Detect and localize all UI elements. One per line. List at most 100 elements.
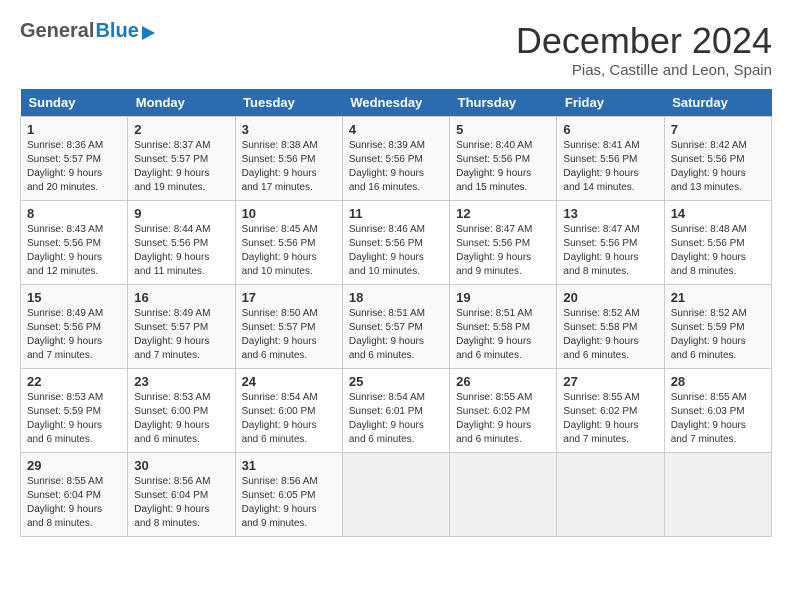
calendar-cell: 30 Sunrise: 8:56 AMSunset: 6:04 PMDayligh… [128, 453, 235, 537]
day-of-week-sunday: Sunday [21, 89, 128, 117]
calendar-cell: 22 Sunrise: 8:53 AMSunset: 5:59 PMDayligh… [21, 369, 128, 453]
calendar-cell: 18Sunrise: 8:51 AMSunset: 5:57 PMDayligh… [342, 285, 449, 369]
day-number: 21 [671, 290, 765, 305]
day-info: Sunrise: 8:55 AMSunset: 6:02 PMDaylight:… [456, 391, 550, 447]
day-info: Sunrise: 8:54 AMSunset: 6:01 PMDaylight:… [349, 391, 443, 447]
day-of-week-wednesday: Wednesday [342, 89, 449, 117]
day-number: 30 [134, 458, 228, 473]
calendar-cell [450, 453, 557, 537]
calendar-week-2: 8Sunrise: 8:43 AMSunset: 5:56 PMDaylight… [21, 201, 772, 285]
calendar-cell: 31 Sunrise: 8:56 AMSunset: 6:05 PMDayligh… [235, 453, 342, 537]
calendar-cell: 14 Sunrise: 8:48 AMSunset: 5:56 PMDayligh… [664, 201, 771, 285]
day-number: 24 [242, 374, 336, 389]
calendar-cell: 23 Sunrise: 8:53 AMSunset: 6:00 PMDayligh… [128, 369, 235, 453]
calendar-cell: 11 Sunrise: 8:46 AMSunset: 5:56 PMDayligh… [342, 201, 449, 285]
calendar-cell: 28Sunrise: 8:55 AMSunset: 6:03 PMDayligh… [664, 369, 771, 453]
day-number: 4 [349, 122, 443, 137]
calendar-week-1: 1 Sunrise: 8:36 AMSunset: 5:57 PMDaylight… [21, 117, 772, 201]
day-info: Sunrise: 8:46 AMSunset: 5:56 PMDaylight:… [349, 223, 443, 279]
calendar-cell [557, 453, 664, 537]
day-number: 23 [134, 374, 228, 389]
day-info: Sunrise: 8:49 AMSunset: 5:57 PMDaylight:… [134, 307, 228, 363]
logo-general-text: General [20, 20, 94, 43]
day-number: 7 [671, 122, 765, 137]
day-of-week-monday: Monday [128, 89, 235, 117]
day-number: 26 [456, 374, 550, 389]
day-info: Sunrise: 8:36 AMSunset: 5:57 PMDaylight:… [27, 139, 121, 195]
day-info: Sunrise: 8:51 AMSunset: 5:58 PMDaylight:… [456, 307, 550, 363]
calendar-cell: 7 Sunrise: 8:42 AMSunset: 5:56 PMDaylight… [664, 117, 771, 201]
day-number: 10 [242, 206, 336, 221]
calendar-cell: 16Sunrise: 8:49 AMSunset: 5:57 PMDayligh… [128, 285, 235, 369]
day-number: 2 [134, 122, 228, 137]
calendar-cell: 20 Sunrise: 8:52 AMSunset: 5:58 PMDayligh… [557, 285, 664, 369]
day-info: Sunrise: 8:55 AMSunset: 6:04 PMDaylight:… [27, 475, 121, 531]
day-of-week-thursday: Thursday [450, 89, 557, 117]
day-info: Sunrise: 8:56 AMSunset: 6:04 PMDaylight:… [134, 475, 228, 531]
day-number: 25 [349, 374, 443, 389]
calendar-cell: 29 Sunrise: 8:55 AMSunset: 6:04 PMDayligh… [21, 453, 128, 537]
calendar-cell: 3 Sunrise: 8:38 AMSunset: 5:56 PMDaylight… [235, 117, 342, 201]
day-number: 20 [563, 290, 657, 305]
logo-arrow-icon [142, 26, 155, 40]
day-number: 12 [456, 206, 550, 221]
day-number: 27 [563, 374, 657, 389]
days-of-week-header: SundayMondayTuesdayWednesdayThursdayFrid… [21, 89, 772, 117]
month-title: December 2024 [516, 20, 772, 62]
calendar-cell: 17Sunrise: 8:50 AMSunset: 5:57 PMDayligh… [235, 285, 342, 369]
day-info: Sunrise: 8:45 AMSunset: 5:56 PMDaylight:… [242, 223, 336, 279]
day-number: 11 [349, 206, 443, 221]
day-number: 1 [27, 122, 121, 137]
calendar-table: SundayMondayTuesdayWednesdayThursdayFrid… [20, 89, 772, 537]
day-number: 22 [27, 374, 121, 389]
calendar-body: 1 Sunrise: 8:36 AMSunset: 5:57 PMDaylight… [21, 117, 772, 537]
calendar-cell: 12 Sunrise: 8:47 AMSunset: 5:56 PMDayligh… [450, 201, 557, 285]
logo-blue-text: Blue [95, 20, 138, 43]
calendar-week-4: 22 Sunrise: 8:53 AMSunset: 5:59 PMDayligh… [21, 369, 772, 453]
calendar-cell: 19 Sunrise: 8:51 AMSunset: 5:58 PMDayligh… [450, 285, 557, 369]
day-number: 31 [242, 458, 336, 473]
day-info: Sunrise: 8:40 AMSunset: 5:56 PMDaylight:… [456, 139, 550, 195]
day-of-week-tuesday: Tuesday [235, 89, 342, 117]
day-number: 15 [27, 290, 121, 305]
calendar-cell: 8Sunrise: 8:43 AMSunset: 5:56 PMDaylight… [21, 201, 128, 285]
title-section: December 2024 Pias, Castille and Leon, S… [516, 20, 772, 79]
calendar-cell: 1 Sunrise: 8:36 AMSunset: 5:57 PMDaylight… [21, 117, 128, 201]
calendar-cell [664, 453, 771, 537]
day-number: 6 [563, 122, 657, 137]
day-number: 3 [242, 122, 336, 137]
day-info: Sunrise: 8:55 AMSunset: 6:03 PMDaylight:… [671, 391, 765, 447]
calendar-cell: 24 Sunrise: 8:54 AMSunset: 6:00 PMDayligh… [235, 369, 342, 453]
day-info: Sunrise: 8:56 AMSunset: 6:05 PMDaylight:… [242, 475, 336, 531]
day-number: 19 [456, 290, 550, 305]
calendar-cell: 15Sunrise: 8:49 AMSunset: 5:56 PMDayligh… [21, 285, 128, 369]
calendar-cell: 6 Sunrise: 8:41 AMSunset: 5:56 PMDaylight… [557, 117, 664, 201]
calendar-week-3: 15Sunrise: 8:49 AMSunset: 5:56 PMDayligh… [21, 285, 772, 369]
day-number: 13 [563, 206, 657, 221]
day-of-week-saturday: Saturday [664, 89, 771, 117]
calendar-cell: 4 Sunrise: 8:39 AMSunset: 5:56 PMDaylight… [342, 117, 449, 201]
day-info: Sunrise: 8:53 AMSunset: 6:00 PMDaylight:… [134, 391, 228, 447]
day-info: Sunrise: 8:54 AMSunset: 6:00 PMDaylight:… [242, 391, 336, 447]
day-number: 29 [27, 458, 121, 473]
day-info: Sunrise: 8:39 AMSunset: 5:56 PMDaylight:… [349, 139, 443, 195]
day-info: Sunrise: 8:38 AMSunset: 5:56 PMDaylight:… [242, 139, 336, 195]
day-info: Sunrise: 8:48 AMSunset: 5:56 PMDaylight:… [671, 223, 765, 279]
day-of-week-friday: Friday [557, 89, 664, 117]
day-info: Sunrise: 8:55 AMSunset: 6:02 PMDaylight:… [563, 391, 657, 447]
day-info: Sunrise: 8:51 AMSunset: 5:57 PMDaylight:… [349, 307, 443, 363]
day-info: Sunrise: 8:41 AMSunset: 5:56 PMDaylight:… [563, 139, 657, 195]
day-info: Sunrise: 8:53 AMSunset: 5:59 PMDaylight:… [27, 391, 121, 447]
day-info: Sunrise: 8:52 AMSunset: 5:58 PMDaylight:… [563, 307, 657, 363]
day-number: 8 [27, 206, 121, 221]
day-info: Sunrise: 8:37 AMSunset: 5:57 PMDaylight:… [134, 139, 228, 195]
day-info: Sunrise: 8:42 AMSunset: 5:56 PMDaylight:… [671, 139, 765, 195]
day-info: Sunrise: 8:52 AMSunset: 5:59 PMDaylight:… [671, 307, 765, 363]
day-number: 14 [671, 206, 765, 221]
calendar-cell: 26 Sunrise: 8:55 AMSunset: 6:02 PMDayligh… [450, 369, 557, 453]
day-number: 5 [456, 122, 550, 137]
calendar-cell: 10 Sunrise: 8:45 AMSunset: 5:56 PMDayligh… [235, 201, 342, 285]
calendar-cell: 21 Sunrise: 8:52 AMSunset: 5:59 PMDayligh… [664, 285, 771, 369]
day-info: Sunrise: 8:47 AMSunset: 5:56 PMDaylight:… [456, 223, 550, 279]
day-info: Sunrise: 8:50 AMSunset: 5:57 PMDaylight:… [242, 307, 336, 363]
